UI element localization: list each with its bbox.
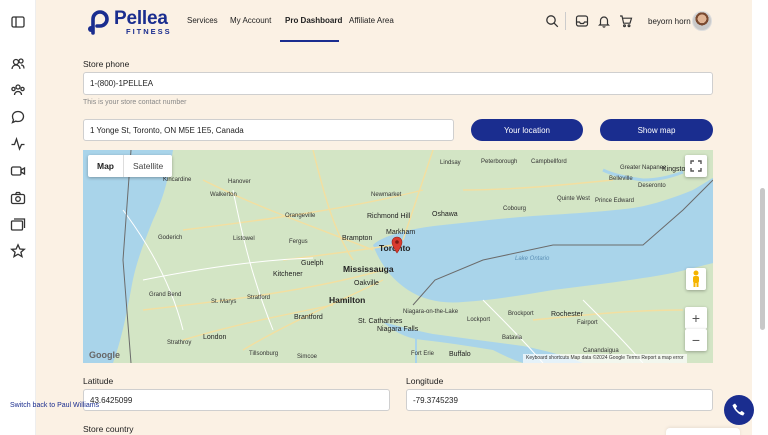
map-label-greater-napanee: Greater Napanee <box>620 165 667 171</box>
map-label-brampton: Brampton <box>342 235 373 242</box>
store-phone-input[interactable]: 1-(800)-1PELLEA <box>83 72 713 95</box>
bell-icon[interactable] <box>597 14 611 28</box>
video-icon[interactable] <box>10 163 26 179</box>
map-type-satellite-tab[interactable]: Satellite <box>124 155 172 177</box>
main-content: Pellea FITNESS Services My Account Pro D… <box>36 0 752 435</box>
map-label-lindsay: Lindsay <box>440 160 461 166</box>
group-icon[interactable] <box>10 82 26 98</box>
page-scrollbar[interactable] <box>760 188 765 330</box>
map-label-belleville: Belleville <box>609 176 633 182</box>
map-label-richmond-hill: Richmond Hill <box>367 213 411 220</box>
map-label-london: London <box>203 334 227 341</box>
map-label-fergus: Fergus <box>289 239 308 245</box>
fullscreen-icon[interactable] <box>685 155 707 177</box>
map-label-niagara-on-the-lake: Niagara-on-the-Lake <box>403 309 459 315</box>
map-label-buffalo: Buffalo <box>449 351 471 358</box>
map-label-campbellford: Campbellford <box>531 159 567 165</box>
map-label-simcoe: Simcoe <box>297 354 318 360</box>
map-label-mississauga: Mississauga <box>343 264 394 274</box>
map-label-strathroy: Strathroy <box>167 340 192 346</box>
map-label-grand-bend: Grand Bend <box>149 292 182 298</box>
map-label-st-catharines: St. Catharines <box>358 318 403 325</box>
active-nav-indicator <box>280 40 339 42</box>
map-label-walkerton: Walkerton <box>210 192 237 198</box>
sidebar <box>0 0 36 435</box>
store-phone-help: This is your store contact number <box>83 99 187 106</box>
map-label-deseronto: Deseronto <box>638 183 666 189</box>
map-label-cobourg: Cobourg <box>503 206 527 212</box>
map-label-goderich: Goderich <box>158 235 183 241</box>
avatar[interactable] <box>692 11 712 31</box>
chat-icon[interactable] <box>10 109 26 125</box>
pellea-logo-icon[interactable] <box>86 9 110 35</box>
longitude-label: Longitude <box>406 376 444 386</box>
search-icon[interactable] <box>545 14 559 28</box>
map-label-peterborough: Peterborough <box>481 159 518 165</box>
nav-pro-dashboard[interactable]: Pro Dashboard <box>285 16 342 25</box>
show-map-button[interactable]: Show map <box>600 119 713 141</box>
store-country-label: Store country <box>83 424 134 434</box>
map-label-niagara-falls: Niagara Falls <box>377 326 419 333</box>
map-label-fort-erie: Fort Erie <box>411 351 435 357</box>
zoom-out-icon[interactable]: − <box>685 329 707 351</box>
longitude-input[interactable]: -79.3745239 <box>406 389 713 411</box>
map-label-listowel: Listowel <box>233 236 255 242</box>
location-pin-icon[interactable] <box>391 236 403 254</box>
map-label-kitchener: Kitchener <box>273 271 303 278</box>
map-label-markham: Markham <box>386 229 416 236</box>
map-label-guelph: Guelph <box>301 260 324 267</box>
map-label-oshawa: Oshawa <box>432 211 458 218</box>
map-label-lockport: Lockport <box>467 317 491 323</box>
map-label-orangeville: Orangeville <box>285 213 316 219</box>
map-label-batavia: Batavia <box>502 335 523 341</box>
switch-back-link[interactable]: Switch back to Paul Williams <box>10 402 99 409</box>
map-view[interactable]: Mississauga Hamilton Toronto Oakville Br… <box>83 150 713 363</box>
latitude-input[interactable]: 43.6425099 <box>83 389 390 411</box>
address-input[interactable]: 1 Yonge St, Toronto, ON M5E 1E5, Canada <box>83 119 454 141</box>
activity-icon[interactable] <box>10 136 26 152</box>
inbox-icon[interactable] <box>575 14 589 28</box>
map-label-oakville: Oakville <box>354 280 379 287</box>
brand-subtitle: FITNESS <box>126 27 172 36</box>
map-label-brockport: Brockport <box>508 311 534 317</box>
users-icon[interactable] <box>10 56 26 72</box>
pegman-icon[interactable] <box>686 268 706 290</box>
your-location-button[interactable]: Your location <box>471 119 583 141</box>
cart-icon[interactable] <box>619 14 633 28</box>
map-label-hamilton: Hamilton <box>329 295 366 305</box>
star-icon[interactable] <box>10 243 26 259</box>
map-label-quinte-west: Quinte West <box>557 196 590 202</box>
header-divider <box>565 12 566 30</box>
nav-affiliate-area[interactable]: Affiliate Area <box>349 16 394 25</box>
map-type-map-tab[interactable]: Map <box>88 155 124 177</box>
map-label-fairport: Fairport <box>577 320 598 326</box>
map-label-brantford: Brantford <box>294 314 323 321</box>
map-label-prince-edward: Prince Edward <box>595 198 635 204</box>
dashboard-icon[interactable] <box>10 14 26 30</box>
user-name[interactable]: beyorn horn <box>648 17 691 26</box>
phone-icon <box>732 403 745 416</box>
map-label-rochester: Rochester <box>551 311 583 318</box>
zoom-in-icon[interactable]: + <box>685 307 707 329</box>
map-label-kincardine: Kincardine <box>163 177 192 183</box>
gallery-icon[interactable] <box>10 216 26 232</box>
call-button[interactable] <box>724 395 754 425</box>
map-label-newmarket: Newmarket <box>371 192 402 198</box>
map-attribution[interactable]: Keyboard shortcuts Map data ©2024 Google… <box>523 354 687 363</box>
latitude-label: Latitude <box>83 376 114 386</box>
map-label-hanover: Hanover <box>228 179 251 185</box>
nav-my-account[interactable]: My Account <box>230 16 271 25</box>
nav-services[interactable]: Services <box>187 16 218 25</box>
store-phone-label: Store phone <box>83 59 130 69</box>
map-type-control: Map Satellite <box>88 155 173 177</box>
map-label-st-marys: St. Marys <box>211 299 237 305</box>
top-navigation: Pellea FITNESS Services My Account Pro D… <box>36 0 752 44</box>
camera-icon[interactable] <box>10 190 26 206</box>
map-label-stratford: Stratford <box>247 295 271 301</box>
map-label-lake-ontario: Lake Ontario <box>515 256 550 262</box>
bottom-panel <box>666 428 740 435</box>
google-logo: Google <box>89 350 120 360</box>
map-label-tillsonburg: Tillsonburg <box>249 351 279 357</box>
